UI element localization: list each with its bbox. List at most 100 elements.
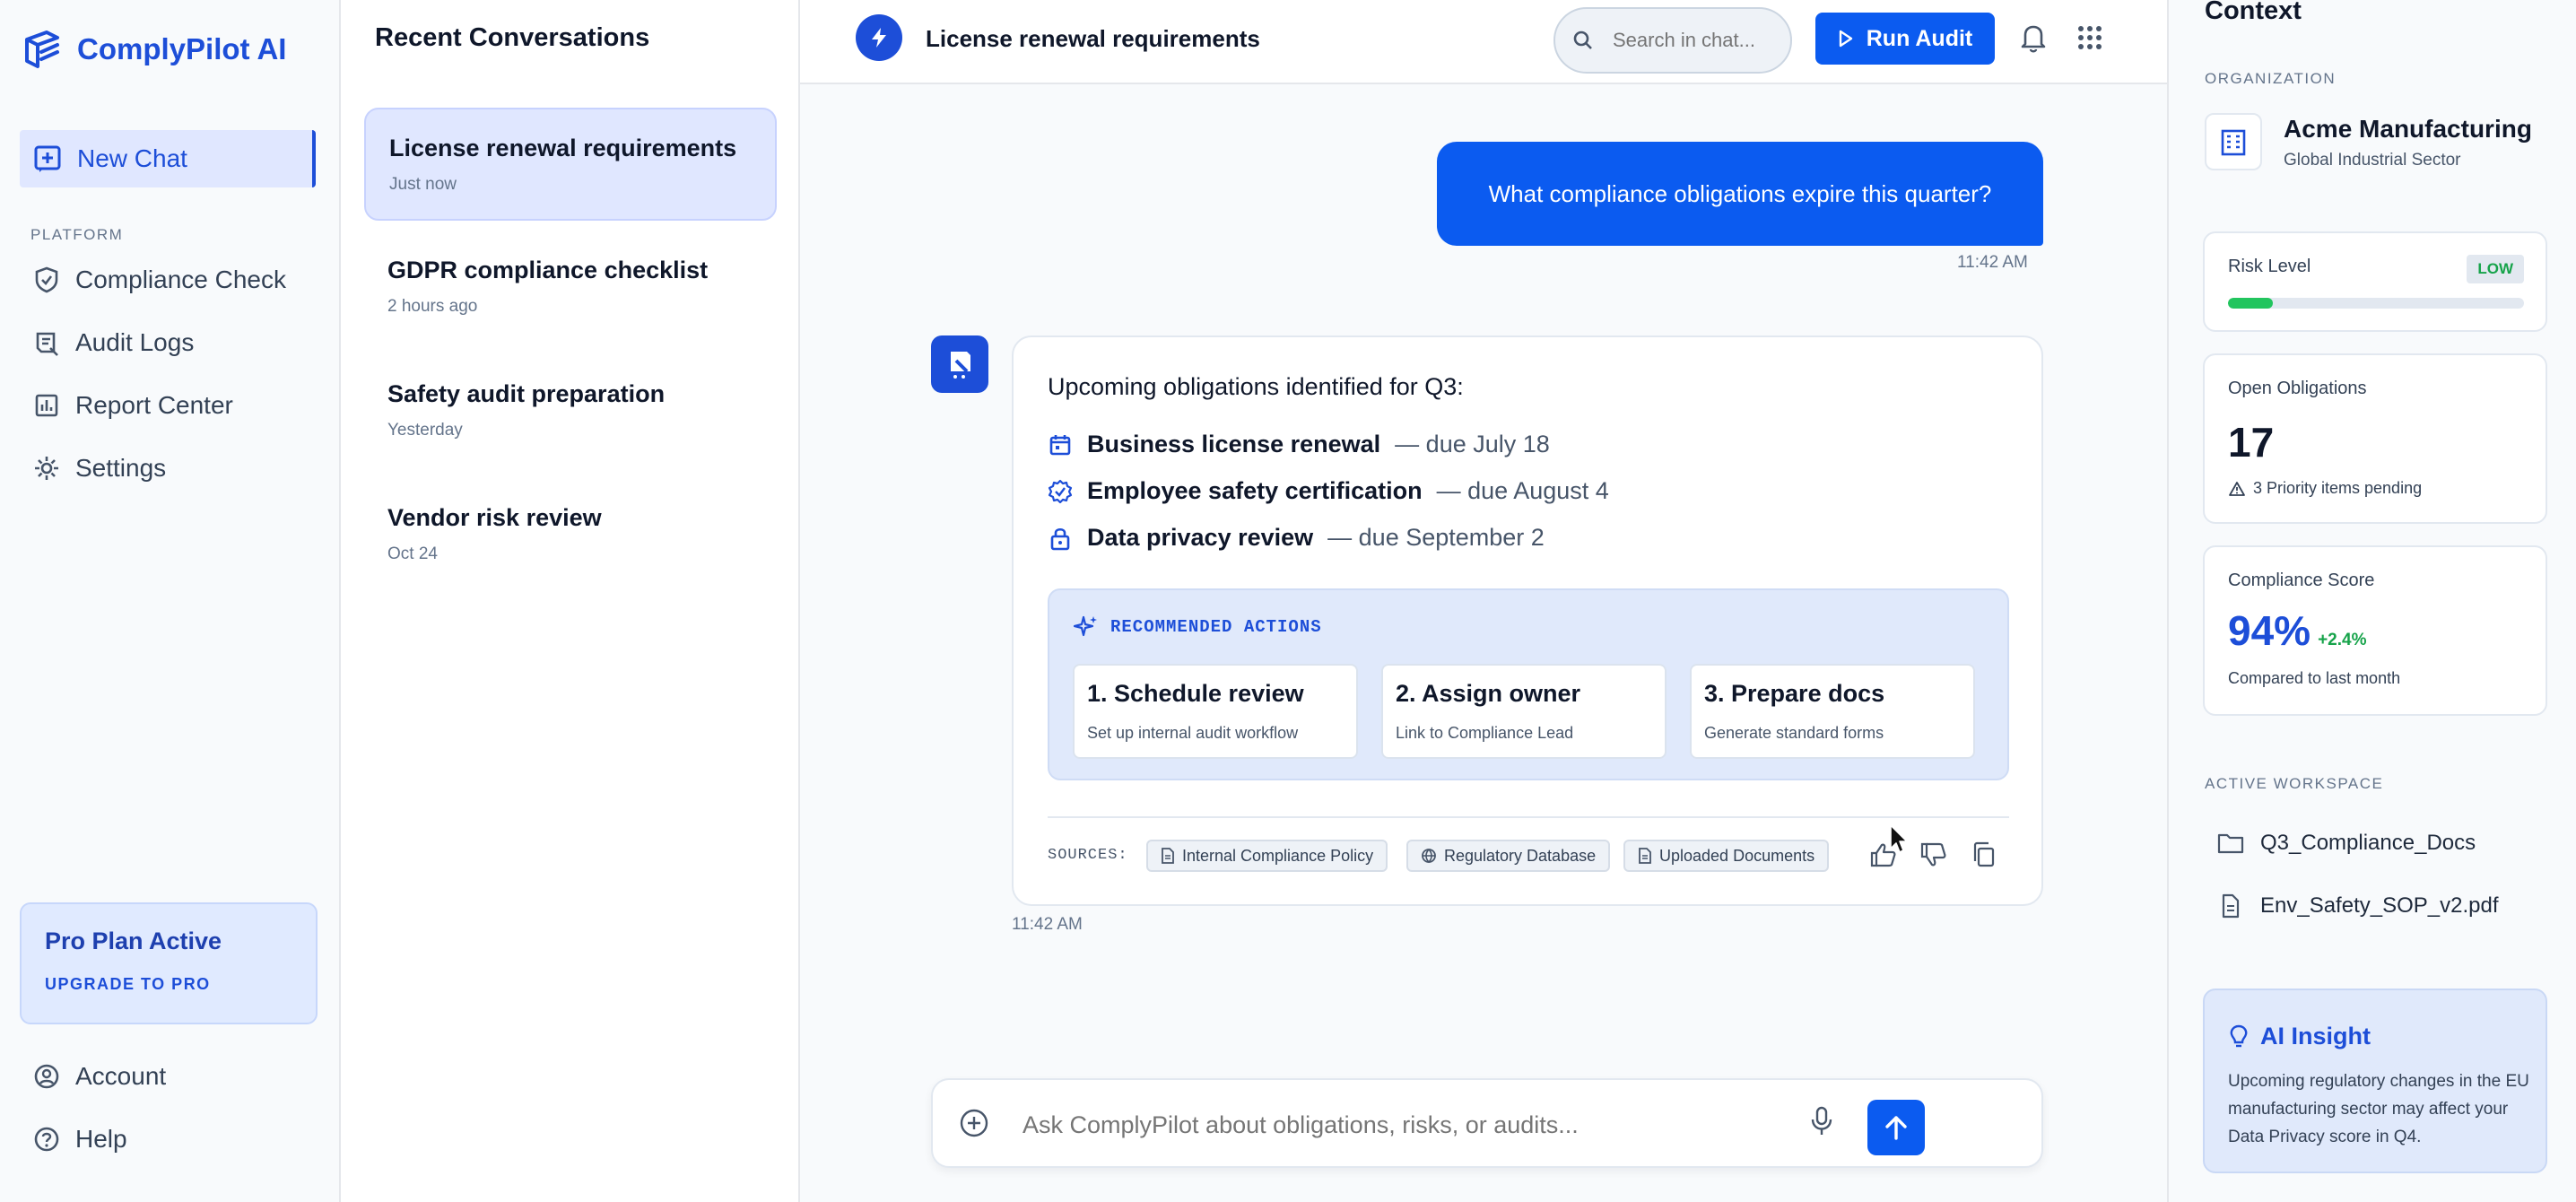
- search-input[interactable]: [1613, 29, 1783, 52]
- source-chip[interactable]: Uploaded Documents: [1623, 840, 1830, 872]
- source-chip[interactable]: Internal Compliance Policy: [1146, 840, 1388, 872]
- ai-insight-header: AI Insight: [2228, 1023, 2371, 1050]
- source-label: Uploaded Documents: [1659, 846, 1815, 865]
- conversation-time: Just now: [389, 175, 457, 194]
- account-link[interactable]: Account: [20, 1048, 316, 1105]
- recommended-actions-title: RECOMMENDED ACTIONS: [1110, 617, 1322, 637]
- conversation-title: License renewal requirements: [389, 135, 737, 161]
- conversation-item[interactable]: Vendor risk review Oct 24: [364, 479, 777, 592]
- bot-avatar-icon: [931, 335, 988, 393]
- obligation-name: Business license renewal: [1087, 431, 1381, 457]
- obligation-item: Business license renewal — due July 18: [1048, 431, 1550, 458]
- bot-message-time: 11:42 AM: [1012, 915, 1083, 934]
- conversation-time: 2 hours ago: [387, 297, 478, 316]
- conversation-title: Safety audit preparation: [387, 380, 666, 407]
- chat-search[interactable]: [1553, 7, 1792, 74]
- sidebar-item-compliance-check[interactable]: Compliance Check: [20, 251, 316, 309]
- plus-square-icon: [32, 144, 63, 174]
- microphone-icon[interactable]: [1810, 1105, 1833, 1137]
- gear-icon: [32, 454, 61, 483]
- compliance-score-delta: +2.4%: [2318, 631, 2367, 649]
- source-chip[interactable]: Regulatory Database: [1406, 840, 1611, 872]
- workspace-item[interactable]: Q3_Compliance_Docs: [2217, 831, 2476, 856]
- pro-plan-card: Pro Plan Active UPGRADE TO PRO: [20, 902, 318, 1024]
- sidebar-item-label: Report Center: [75, 391, 233, 419]
- conversation-title: Vendor risk review: [387, 504, 602, 531]
- apps-grid-icon[interactable]: [2076, 23, 2104, 52]
- new-chat-button[interactable]: New Chat: [20, 130, 316, 187]
- obligation-item: Data privacy review — due September 2: [1048, 524, 1545, 552]
- action-title: 2. Assign owner: [1396, 680, 1581, 707]
- compliance-score: 94% +2.4%: [2228, 606, 2366, 655]
- help-link[interactable]: Help: [20, 1111, 316, 1168]
- obligation-name: Data privacy review: [1087, 524, 1314, 551]
- action-title: 1. Schedule review: [1087, 680, 1304, 707]
- arrow-up-icon: [1883, 1113, 1910, 1142]
- sidebar-item-audit-logs[interactable]: Audit Logs: [20, 314, 316, 371]
- ai-insight-body: Upcoming regulatory changes in the EU ma…: [2228, 1072, 2529, 1146]
- sidebar-item-settings[interactable]: Settings: [20, 440, 316, 497]
- add-attachment-icon[interactable]: [958, 1107, 990, 1139]
- conversation-item[interactable]: GDPR compliance checklist 2 hours ago: [364, 231, 777, 344]
- context-title: Context: [2205, 0, 2302, 25]
- action-title: 3. Prepare docs: [1704, 680, 1885, 707]
- risk-level-label: Risk Level: [2228, 257, 2311, 276]
- help-icon: [32, 1125, 61, 1154]
- compliance-score-card: Compliance Score 94% +2.4% Compared to l…: [2203, 545, 2547, 716]
- sidebar-item-report-center[interactable]: Report Center: [20, 377, 316, 434]
- action-subtitle: Generate standard forms: [1704, 724, 1884, 742]
- conversations-title: Recent Conversations: [375, 23, 650, 52]
- thumbs-down-icon[interactable]: [1919, 841, 1948, 868]
- composer: [931, 1078, 2043, 1168]
- risk-level-fill: [2228, 298, 2273, 309]
- bolt-icon: [856, 14, 902, 61]
- conversation-title: GDPR compliance checklist: [387, 257, 709, 283]
- source-label: Internal Compliance Policy: [1182, 846, 1374, 865]
- action-subtitle: Link to Compliance Lead: [1396, 724, 1574, 742]
- message-input[interactable]: [1023, 1107, 1866, 1143]
- conversation-item[interactable]: License renewal requirements Just now: [364, 108, 777, 221]
- file-icon: [2217, 893, 2244, 919]
- search-icon: [1571, 29, 1595, 52]
- organization-name: Acme Manufacturing: [2284, 115, 2532, 143]
- bar-chart-icon: [32, 391, 61, 420]
- user-message: What compliance obligations expire this …: [1437, 142, 2043, 246]
- pro-plan-title: Pro Plan Active: [45, 928, 222, 954]
- chat-title: License renewal requirements: [926, 25, 1260, 52]
- sparkles-icon: [1073, 614, 1100, 640]
- ai-insight-card: AI Insight Upcoming regulatory changes i…: [2203, 989, 2547, 1173]
- upgrade-link[interactable]: UPGRADE TO PRO: [45, 975, 292, 994]
- sidebar-item-label: Compliance Check: [75, 266, 286, 293]
- calendar-icon: [1048, 432, 1073, 457]
- sources-label: SOURCES:: [1048, 847, 1128, 864]
- globe-icon: [1421, 848, 1437, 864]
- document-icon: [1161, 848, 1175, 864]
- organization-label: ORGANIZATION: [2205, 70, 2337, 87]
- sidebar-item-label: Audit Logs: [75, 328, 195, 356]
- badge-check-icon: [1048, 479, 1073, 504]
- folder-icon: [2217, 832, 2244, 855]
- workspace-item[interactable]: Env_Safety_SOP_v2.pdf: [2217, 893, 2499, 919]
- workspace-item-name: Q3_Compliance_Docs: [2260, 831, 2476, 855]
- open-obligations-label: Open Obligations: [2228, 379, 2367, 398]
- ai-insight-title: AI Insight: [2260, 1023, 2371, 1050]
- bell-icon[interactable]: [2018, 22, 2049, 54]
- workspace-label: ACTIVE WORKSPACE: [2205, 775, 2384, 792]
- send-button[interactable]: [1867, 1100, 1925, 1155]
- brand[interactable]: ComplyPilot AI: [20, 27, 286, 72]
- conversation-item[interactable]: Safety audit preparation Yesterday: [364, 355, 777, 468]
- chat-header: License renewal requirements Run Audit: [800, 0, 2167, 84]
- help-label: Help: [75, 1125, 127, 1153]
- obligation-name: Employee safety certification: [1087, 477, 1423, 504]
- source-label: Regulatory Database: [1444, 846, 1597, 865]
- platform-section-label: PLATFORM: [30, 226, 124, 243]
- conversation-time: Yesterday: [387, 421, 463, 440]
- compliance-score-label: Compliance Score: [2228, 571, 2375, 590]
- action-card-prepare-docs[interactable]: 3. Prepare docs Generate standard forms: [1690, 664, 1975, 759]
- action-card-assign-owner[interactable]: 2. Assign owner Link to Compliance Lead: [1381, 664, 1667, 759]
- copy-icon[interactable]: [1971, 841, 1997, 868]
- priority-note: 3 Priority items pending: [2228, 479, 2422, 498]
- account-label: Account: [75, 1062, 167, 1090]
- action-card-schedule-review[interactable]: 1. Schedule review Set up internal audit…: [1073, 664, 1358, 759]
- run-audit-button[interactable]: Run Audit: [1815, 13, 1995, 65]
